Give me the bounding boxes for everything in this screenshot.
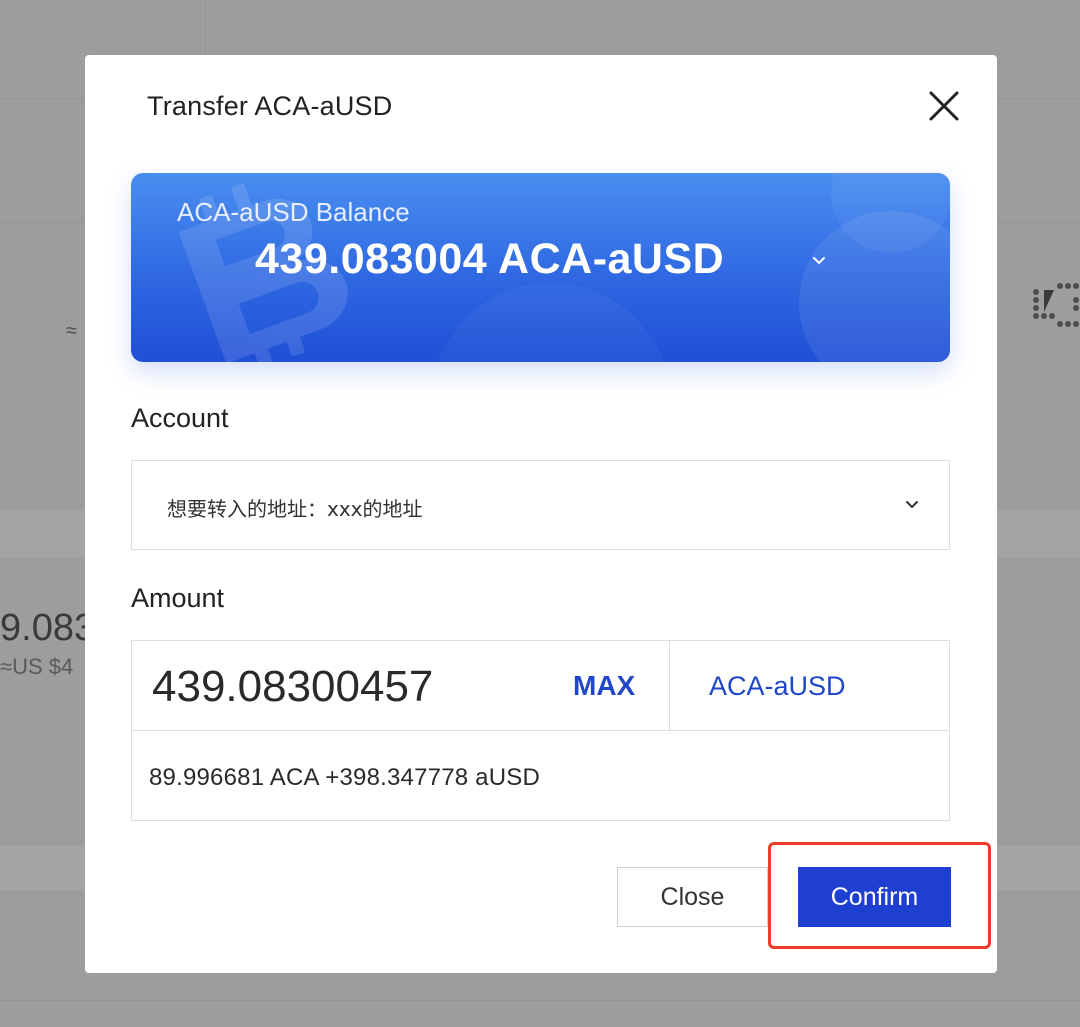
bg-value-fragment: 9.083	[0, 607, 85, 649]
close-icon[interactable]	[927, 89, 961, 123]
amount-input-row: MAX ACA-aUSD	[132, 641, 949, 731]
amount-box: MAX ACA-aUSD 89.996681 ACA +398.347778 a…	[131, 640, 950, 821]
bg-usd-fragment: ≈US $4	[0, 654, 74, 679]
chevron-down-icon[interactable]	[811, 254, 827, 266]
dialog-title: Transfer ACA-aUSD	[147, 91, 393, 121]
amount-label: Amount	[131, 583, 225, 613]
bg-divider	[0, 1000, 1080, 1001]
max-button[interactable]: MAX	[573, 670, 635, 702]
balance-label: ACA-aUSD Balance	[177, 197, 410, 227]
bg-approx-symbol: ≈	[66, 320, 77, 342]
balance-value: 439.083004 ACA-aUSD	[255, 235, 725, 283]
chevron-down-icon	[906, 501, 918, 509]
account-select[interactable]: 想要转入的地址：xxx的地址	[131, 460, 950, 550]
account-selected-value: 想要转入的地址：xxx的地址	[167, 497, 423, 521]
account-label: Account	[131, 403, 229, 433]
amount-breakdown: 89.996681 ACA +398.347778 aUSD	[149, 764, 540, 791]
token-selector[interactable]: ACA-aUSD	[709, 671, 846, 702]
confirm-button[interactable]: Confirm	[798, 867, 951, 927]
amount-input[interactable]	[152, 659, 552, 715]
bg-logo-icon	[1033, 283, 1079, 327]
balance-card: ACA-aUSD Balance 439.083004 ACA-aUSD	[131, 173, 950, 362]
amount-divider	[669, 641, 670, 731]
close-button[interactable]: Close	[617, 867, 768, 927]
transfer-dialog: Transfer ACA-aUSD ACA-aUSD Balance 439.0…	[85, 55, 997, 973]
